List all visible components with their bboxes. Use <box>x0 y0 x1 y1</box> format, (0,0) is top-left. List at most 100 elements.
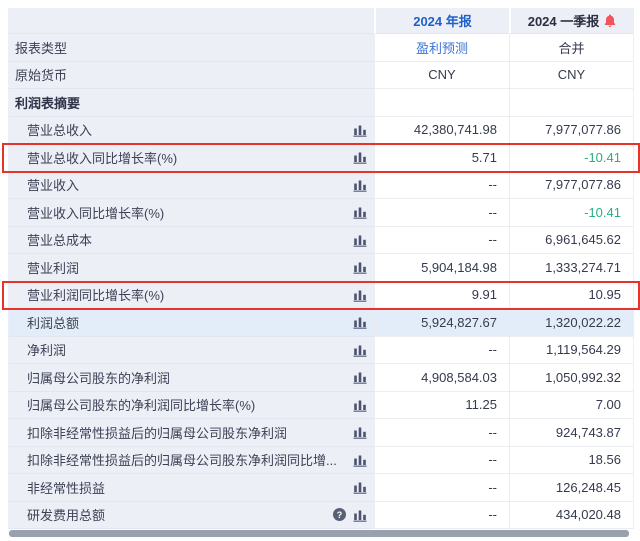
value-cell-2024-annual: -- <box>374 419 509 447</box>
row-label: 归属母公司股东的净利润 <box>27 368 170 387</box>
value-cell-2024-q1: 7,977,077.86 <box>509 172 633 200</box>
table-row: 营业利润 5,904,184.98 1,333,274.71 <box>9 254 633 282</box>
value-cell-2024-q1 <box>509 89 633 117</box>
row-label-cell: 营业利润同比增长率(%) <box>9 282 374 310</box>
value-cell-2024-annual: CNY <box>374 62 509 90</box>
value-text[interactable]: 盈利预测 <box>416 38 468 57</box>
row-label-cell: 净利润 <box>9 337 374 365</box>
bar-chart-icon[interactable] <box>353 315 367 329</box>
value-cell-2024-q1: 434,020.48 <box>509 502 633 530</box>
table-row-highlighted-red: 营业总收入同比增长率(%) 5.71 -10.41 <box>9 144 633 172</box>
value-cell-2024-q1: 7,977,077.86 <box>509 117 633 145</box>
row-label-cell: 利润总额 <box>9 309 374 337</box>
value-text: 6,961,645.62 <box>545 232 621 247</box>
value-text: CNY <box>558 67 585 82</box>
row-icons: ? <box>333 508 367 522</box>
value-text: 9.91 <box>472 287 497 302</box>
column-header-label: 2024 年报 <box>413 11 472 30</box>
bar-chart-icon[interactable] <box>353 453 367 467</box>
bar-chart-icon[interactable] <box>353 425 367 439</box>
value-text: -- <box>488 205 497 220</box>
bar-chart-icon[interactable] <box>353 233 367 247</box>
bar-chart-icon[interactable] <box>353 123 367 137</box>
value-text: 10.95 <box>588 287 621 302</box>
financial-statement-table: 2024 年报 2024 一季报 报表类型 盈利预测 合并 原始货币 <box>8 8 634 529</box>
row-label: 营业总收入 <box>27 120 92 139</box>
table-row: 扣除非经常性损益后的归属母公司股东净利润同比增... -- 18.56 <box>9 447 633 475</box>
value-text: -- <box>488 425 497 440</box>
row-label-cell: 营业总收入同比增长率(%) <box>9 144 374 172</box>
table-row: 报表类型 盈利预测 合并 <box>9 34 633 62</box>
help-icon[interactable]: ? <box>333 508 346 521</box>
value-text: 42,380,741.98 <box>414 122 497 137</box>
row-label-cell: 营业收入同比增长率(%) <box>9 199 374 227</box>
value-cell-2024-annual: 42,380,741.98 <box>374 117 509 145</box>
value-text: 5,924,827.67 <box>421 315 497 330</box>
bar-chart-icon[interactable] <box>353 343 367 357</box>
value-cell-2024-q1: 1,119,564.29 <box>509 337 633 365</box>
row-label: 净利润 <box>27 340 66 359</box>
row-label: 扣除非经常性损益后的归属母公司股东净利润同比增... <box>27 450 337 469</box>
horizontal-scrollbar-thumb[interactable] <box>9 530 629 537</box>
row-label: 扣除非经常性损益后的归属母公司股东净利润 <box>27 423 287 442</box>
row-label: 研发费用总额 <box>27 505 105 524</box>
row-label: 营业收入同比增长率(%) <box>27 203 164 222</box>
bar-chart-icon[interactable] <box>353 150 367 164</box>
value-cell-2024-q1: 126,248.45 <box>509 474 633 502</box>
value-cell-2024-q1: 1,320,022.22 <box>509 309 633 337</box>
row-icons <box>353 178 367 192</box>
value-text: 18.56 <box>588 452 621 467</box>
row-icons <box>353 205 367 219</box>
value-text: 7,977,077.86 <box>545 122 621 137</box>
row-label: 营业总收入同比增长率(%) <box>27 148 177 167</box>
table-row: 研发费用总额 ? -- 434,020.48 <box>9 502 633 530</box>
bar-chart-icon[interactable] <box>353 370 367 384</box>
value-text: 1,333,274.71 <box>545 260 621 275</box>
value-cell-2024-annual: 4,908,584.03 <box>374 364 509 392</box>
value-cell-2024-q1: 6,961,645.62 <box>509 227 633 255</box>
row-label-cell: 归属母公司股东的净利润同比增长率(%) <box>9 392 374 420</box>
value-text: 434,020.48 <box>556 507 621 522</box>
row-label: 营业总成本 <box>27 230 92 249</box>
table-row: 营业收入 -- 7,977,077.86 <box>9 172 633 200</box>
bar-chart-icon[interactable] <box>353 508 367 522</box>
row-icons <box>353 233 367 247</box>
value-text: -- <box>488 177 497 192</box>
value-text: 1,320,022.22 <box>545 315 621 330</box>
table-row: 扣除非经常性损益后的归属母公司股东净利润 -- 924,743.87 <box>9 419 633 447</box>
row-label: 原始货币 <box>15 65 67 84</box>
table-row: 营业总收入 42,380,741.98 7,977,077.86 <box>9 117 633 145</box>
row-icons <box>353 398 367 412</box>
value-text: 1,050,992.32 <box>545 370 621 385</box>
row-icons <box>353 260 367 274</box>
value-cell-2024-q1: -10.41 <box>509 144 633 172</box>
table-row: 非经常性损益 -- 126,248.45 <box>9 474 633 502</box>
value-cell-2024-annual: -- <box>374 474 509 502</box>
row-icons <box>353 150 367 164</box>
bar-chart-icon[interactable] <box>353 205 367 219</box>
value-cell-2024-q1: 924,743.87 <box>509 419 633 447</box>
bar-chart-icon[interactable] <box>353 288 367 302</box>
value-cell-2024-q1: CNY <box>509 62 633 90</box>
column-header-2024-q1[interactable]: 2024 一季报 <box>509 8 633 34</box>
horizontal-scrollbar-track[interactable] <box>8 529 632 539</box>
row-icons <box>353 480 367 494</box>
row-label-cell: 利润表摘要 <box>9 89 374 117</box>
row-label: 营业收入 <box>27 175 79 194</box>
value-cell-2024-q1: 1,050,992.32 <box>509 364 633 392</box>
table-row-selected: 利润总额 5,924,827.67 1,320,022.22 <box>9 309 633 337</box>
bar-chart-icon[interactable] <box>353 178 367 192</box>
table-body: 报表类型 盈利预测 合并 原始货币 CNY CNY 利润表摘要 <box>9 34 633 529</box>
value-cell-2024-annual: 5,904,184.98 <box>374 254 509 282</box>
column-header-2024-annual[interactable]: 2024 年报 <box>374 8 509 34</box>
row-label: 归属母公司股东的净利润同比增长率(%) <box>27 395 255 414</box>
table-row: 归属母公司股东的净利润同比增长率(%) 11.25 7.00 <box>9 392 633 420</box>
bar-chart-icon[interactable] <box>353 398 367 412</box>
bar-chart-icon[interactable] <box>353 480 367 494</box>
row-label-cell: 非经常性损益 <box>9 474 374 502</box>
bar-chart-icon[interactable] <box>353 260 367 274</box>
alert-bell-icon[interactable] <box>604 14 616 27</box>
row-label-cell: 营业总成本 <box>9 227 374 255</box>
value-text: -- <box>488 507 497 522</box>
column-header-label: 2024 一季报 <box>528 11 600 30</box>
